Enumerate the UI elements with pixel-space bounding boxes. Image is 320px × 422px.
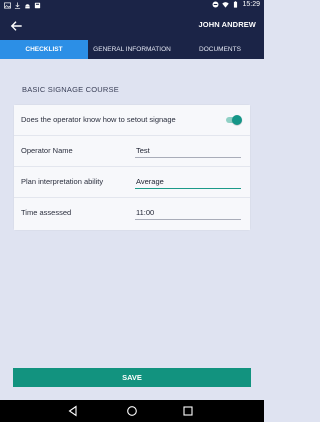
toggle-knob <box>232 115 242 125</box>
plan-interpretation-label: Plan interpretation ability <box>21 177 104 186</box>
arrow-left-icon[interactable] <box>8 18 24 34</box>
image-notification-icon <box>4 2 11 9</box>
operator-name-label: Operator Name <box>21 146 73 155</box>
battery-icon <box>234 1 238 8</box>
time-assessed-label: Time assessed <box>21 208 72 217</box>
tab-documents[interactable]: DOCUMENTS <box>176 40 264 59</box>
form-row-plan-interpretation: Plan interpretation ability <box>14 167 250 198</box>
recents-square-icon[interactable] <box>182 405 194 417</box>
tab-checklist[interactable]: CHECKLIST <box>0 40 88 59</box>
checklist-form-card: Does the operator know how to setout sig… <box>14 105 250 230</box>
system-status-icons: 15:29 <box>212 1 260 8</box>
android-debug-icon <box>25 4 30 9</box>
do-not-disturb-icon <box>212 1 219 8</box>
plan-interpretation-field[interactable] <box>135 174 241 189</box>
page-title: JOHN ANDREW <box>198 20 256 29</box>
signage-knowledge-label: Does the operator know how to setout sig… <box>21 115 176 124</box>
save-button[interactable]: SAVE <box>13 368 251 387</box>
section-title: BASIC SIGNAGE COURSE <box>22 85 119 94</box>
app-bar: JOHN ANDREW <box>0 12 264 40</box>
time-assessed-field[interactable] <box>135 205 241 220</box>
signage-knowledge-toggle[interactable] <box>226 114 242 126</box>
tab-bar: CHECKLIST GENERAL INFORMATION DOCUMENTS <box>0 40 264 59</box>
status-time: 15:29 <box>242 1 260 8</box>
back-triangle-icon[interactable] <box>67 405 79 417</box>
wifi-icon <box>222 2 230 8</box>
download-notification-icon <box>14 2 21 9</box>
form-row-operator-name: Operator Name <box>14 136 250 167</box>
form-row-time-assessed: Time assessed <box>14 198 250 230</box>
navigation-bar <box>0 400 264 422</box>
storage-notification-icon <box>34 2 41 9</box>
form-row-signage-knowledge: Does the operator know how to setout sig… <box>14 105 250 136</box>
status-bar: 15:29 <box>0 0 264 12</box>
tab-general-information[interactable]: GENERAL INFORMATION <box>88 40 176 59</box>
operator-name-field[interactable] <box>135 143 241 158</box>
home-circle-icon[interactable] <box>126 405 138 417</box>
notification-icons <box>4 2 41 9</box>
